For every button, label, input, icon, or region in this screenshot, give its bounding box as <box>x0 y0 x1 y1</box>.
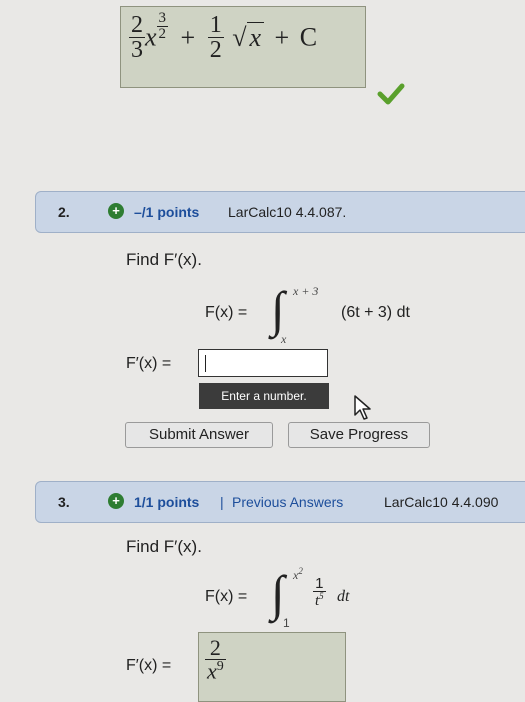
expand-plus-icon[interactable]: + <box>108 203 124 219</box>
previous-answer-box: 2 3 x 3 2 + 1 2 √ x + C <box>120 6 366 88</box>
text-cursor <box>205 355 206 372</box>
upper-limit: x2 <box>293 566 303 583</box>
plus-sign: + <box>180 22 196 52</box>
differential: dt <box>337 588 350 605</box>
answer-denominator: x9 <box>205 659 226 682</box>
term1-denominator: 3 <box>129 37 145 63</box>
constant-c: C <box>299 22 318 52</box>
source-label: LarCalc10 4.4.090 <box>384 494 499 510</box>
question-2-header: 2. + –/1 points LarCalc10 4.4.087. <box>35 191 525 233</box>
previous-answers-link[interactable]: Previous Answers <box>232 494 343 510</box>
save-progress-button[interactable]: Save Progress <box>288 422 430 448</box>
separator: | <box>220 494 224 510</box>
integral-definition: F(x) = ∫ x + 3 x (6t + 3) dt <box>205 281 465 346</box>
lower-limit: 1 <box>283 616 290 630</box>
submit-answer-button[interactable]: Submit Answer <box>125 422 273 448</box>
term2-denominator: 2 <box>207 37 224 63</box>
question-3-header: 3. + 1/1 points | Previous Answers LarCa… <box>35 481 525 523</box>
integrand-denominator: t5 <box>313 591 326 609</box>
points-label: –/1 points <box>134 204 200 220</box>
integral-sign: ∫ <box>271 281 285 337</box>
question-prompt: Find F′(x). <box>126 537 202 556</box>
answer-numerator: 2 <box>209 635 221 660</box>
answer-input[interactable] <box>198 349 328 377</box>
question-number: 2. <box>58 204 70 220</box>
term2-numerator: 1 <box>209 12 222 38</box>
lower-limit: x <box>281 332 287 346</box>
integral-definition: F(x) = ∫ x2 1 1 t5 dt <box>205 565 385 630</box>
integrand-numerator: 1 <box>315 575 324 592</box>
upper-limit: x + 3 <box>293 284 319 298</box>
term1-numerator: 2 <box>131 12 143 38</box>
upper-limit-exponent: 2 <box>298 566 303 576</box>
question-number: 3. <box>58 494 70 510</box>
plus-sign-2: + <box>274 22 290 52</box>
integral-sign: ∫ <box>271 565 285 621</box>
fx-label: F(x) = <box>205 304 248 321</box>
answer-label: F′(x) = <box>126 355 172 372</box>
correct-check-icon <box>377 82 405 111</box>
integrand-fraction: 1 t5 <box>313 576 326 609</box>
term1-variable: x <box>145 22 157 52</box>
points-label: 1/1 points <box>134 494 200 510</box>
answer-fraction: 2 x9 <box>205 637 226 682</box>
input-tooltip: Enter a number. <box>199 383 329 409</box>
fx-label: F(x) = <box>205 588 248 605</box>
sqrt-sign: √ <box>232 22 247 52</box>
expand-plus-icon[interactable]: + <box>108 493 124 509</box>
question-prompt: Find F′(x). <box>126 250 202 269</box>
answer-denominator-exponent: 9 <box>216 659 224 674</box>
submitted-answer-box: 2 x9 <box>198 632 346 702</box>
answer-label: F′(x) = <box>126 657 172 674</box>
term1-exponent-denominator: 2 <box>156 26 169 42</box>
sqrt-radicand: x <box>246 21 265 52</box>
integrand: (6t + 3) dt <box>341 304 410 321</box>
answer-denominator-base: x <box>207 658 217 684</box>
source-label: LarCalc10 4.4.087. <box>228 204 347 220</box>
term1-exponent-numerator: 3 <box>158 10 167 26</box>
integrand-denominator-exponent: 5 <box>319 591 324 601</box>
